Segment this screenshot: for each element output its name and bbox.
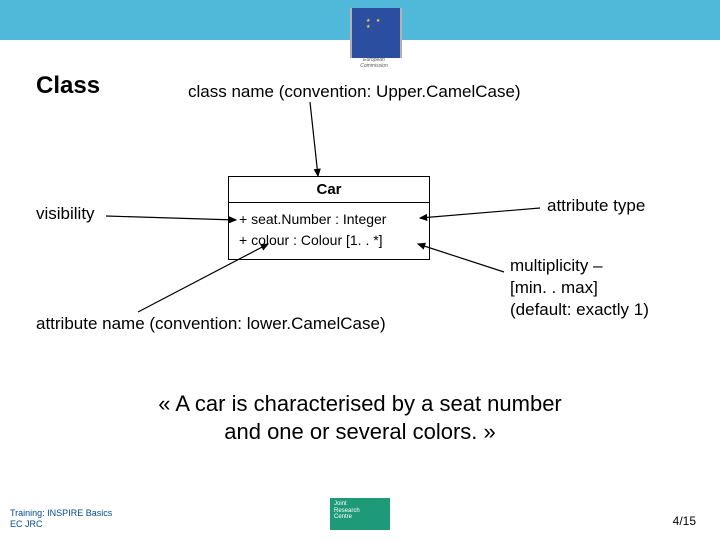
slide-title: Class: [36, 72, 100, 100]
uml-class-box: Car + seat.Number : Integer + colour : C…: [228, 176, 430, 260]
uml-attribute: + seat.Number : Integer: [239, 209, 421, 230]
mult-line: multiplicity –: [510, 256, 603, 275]
mult-line: [min. . max]: [510, 278, 598, 297]
badge-line: Research: [334, 508, 360, 514]
uml-attributes: + seat.Number : Integer + colour : Colou…: [229, 203, 429, 259]
quote-line: and one or several colors. »: [224, 419, 496, 444]
caption-line: Commission: [360, 63, 388, 69]
attribute-type-label: attribute type: [547, 196, 645, 216]
quote-line: « A car is characterised by a seat numbe…: [158, 391, 562, 416]
badge-line: Centre: [334, 514, 352, 520]
badge-line: Joint: [334, 501, 347, 507]
classname-label: class name (convention: Upper.CamelCase): [188, 82, 521, 102]
description-quote: « A car is characterised by a seat numbe…: [0, 390, 720, 445]
ec-logo-caption: European Commission: [350, 58, 398, 69]
footer-line: Training: INSPIRE Basics: [10, 508, 112, 518]
multiplicity-label: multiplicity – [min. . max] (default: ex…: [510, 255, 649, 321]
mult-line: (default: exactly 1): [510, 300, 649, 319]
page-number: 4/15: [673, 514, 696, 528]
footer-line: EC JRC: [10, 519, 43, 529]
attribute-name-label: attribute name (convention: lower.CamelC…: [36, 314, 386, 334]
visibility-label: visibility: [36, 204, 95, 224]
uml-class-name: Car: [229, 177, 429, 203]
footer-training: Training: INSPIRE Basics EC JRC: [10, 508, 112, 530]
uml-attribute: + colour : Colour [1. . *]: [239, 230, 421, 251]
ec-logo: [350, 8, 402, 58]
footer-jrc-badge: Joint Research Centre: [330, 498, 390, 530]
